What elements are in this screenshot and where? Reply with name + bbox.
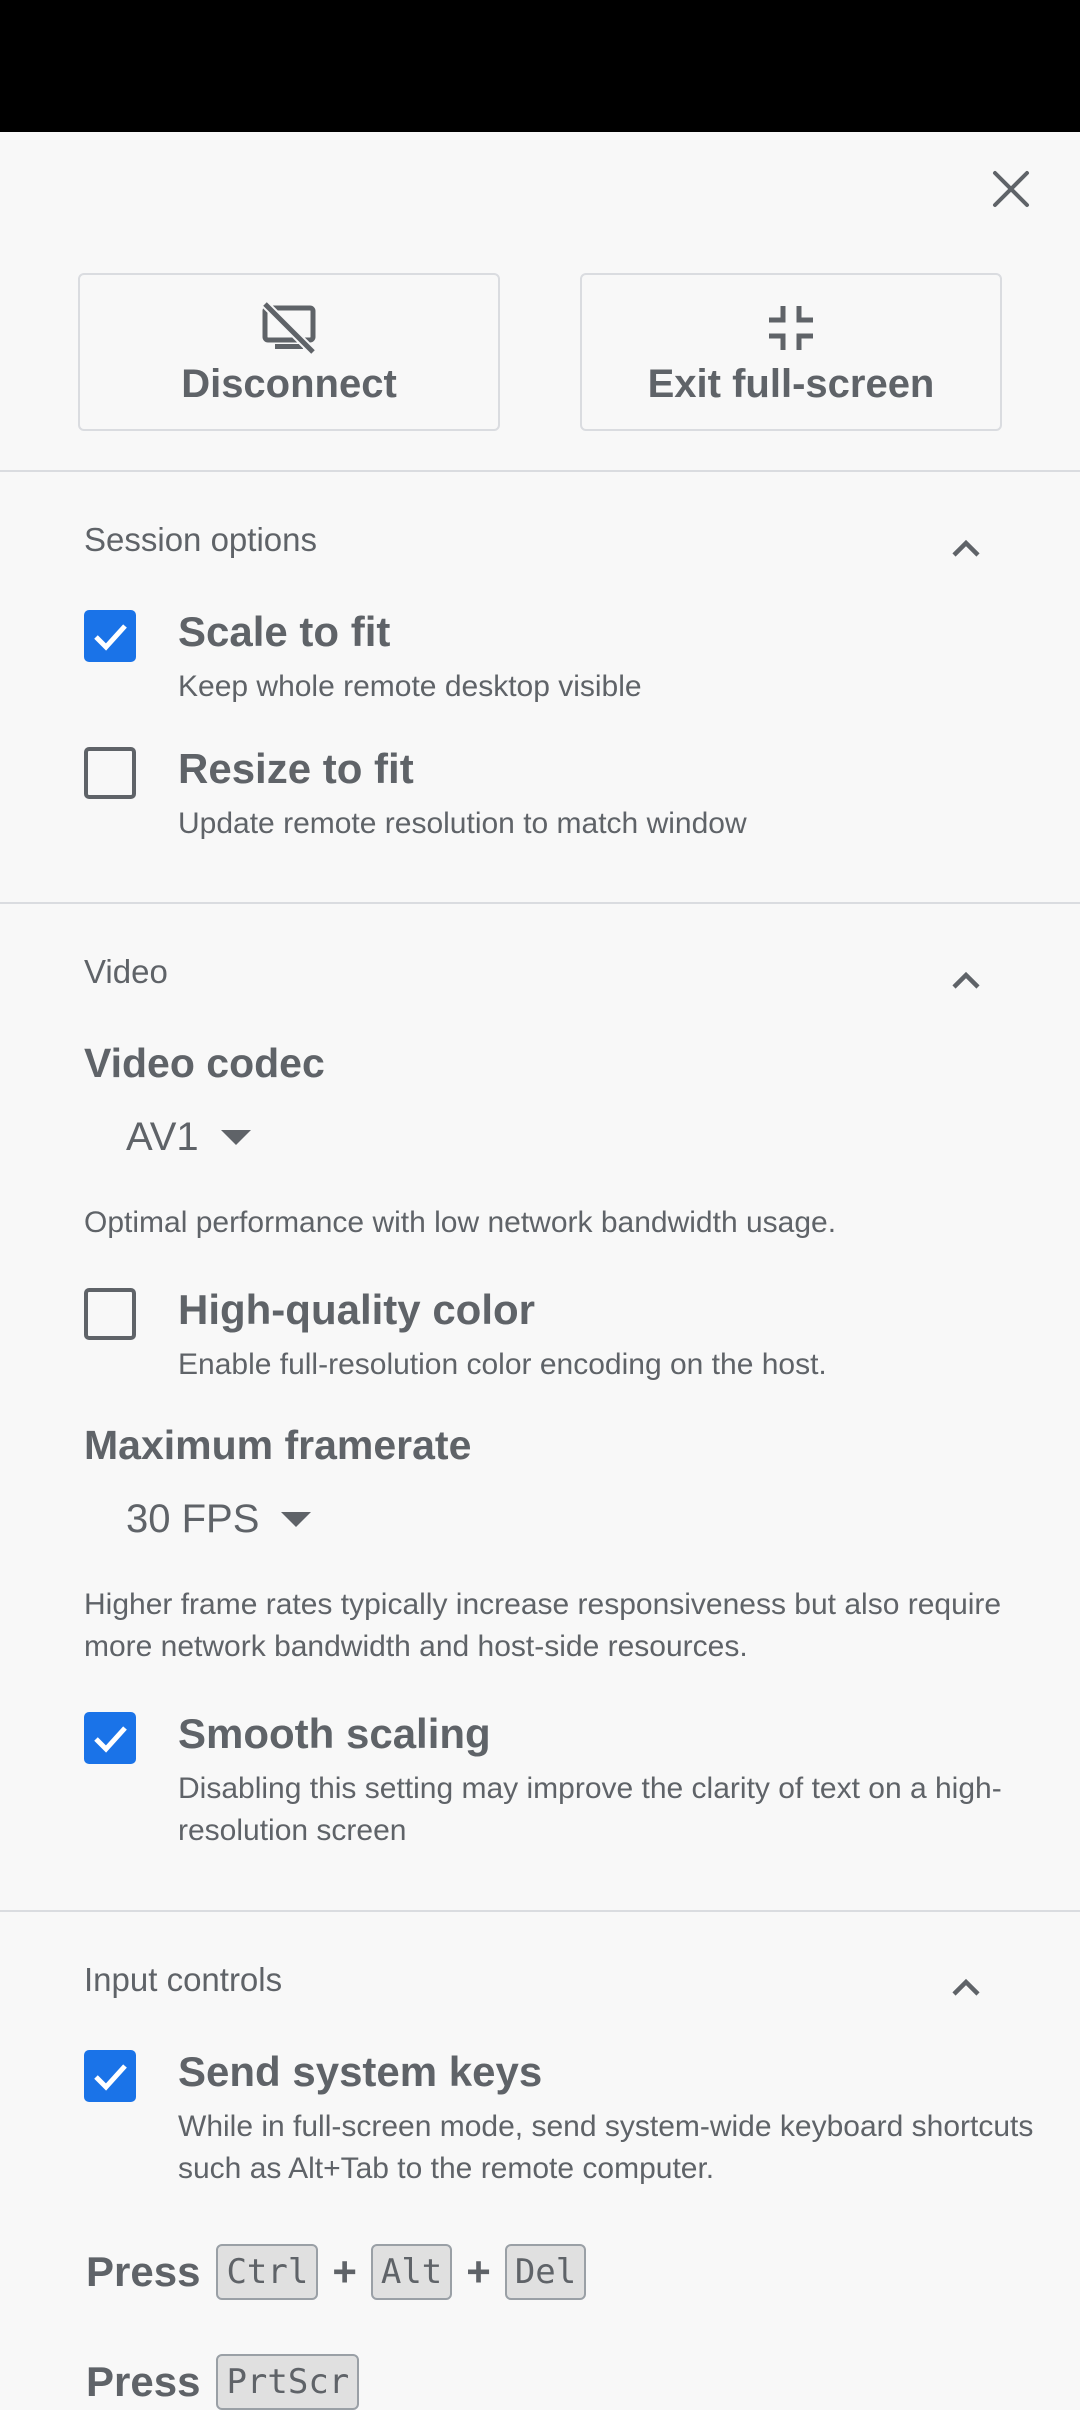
key-prtscr: PrtScr	[216, 2354, 360, 2410]
key-ctrl: Ctrl	[216, 2244, 319, 2300]
exit-fullscreen-label: Exit full-screen	[647, 361, 935, 406]
option-label: High-quality color	[178, 1286, 535, 1333]
option-description: Update remote resolution to match window	[178, 807, 747, 840]
close-icon	[993, 171, 1029, 207]
divider	[0, 902, 1080, 904]
disconnect-monitor-icon	[261, 300, 317, 355]
option-description: While in full-screen mode, send system-w…	[178, 2110, 1034, 2185]
option-label: Resize to fit	[178, 745, 414, 792]
checkmark-icon	[94, 2064, 127, 2091]
disconnect-button[interactable]: Disconnect	[78, 273, 500, 431]
key-alt: Alt	[370, 2244, 453, 2300]
exit-fullscreen-icon	[769, 305, 813, 350]
checkmark-icon	[94, 1726, 127, 1753]
option-description: Enable full-resolution color encoding on…	[178, 1348, 827, 1381]
option-label: Smooth scaling	[178, 1710, 491, 1757]
video-codec-value: AV1	[126, 1115, 199, 1159]
chevron-up-icon[interactable]	[946, 528, 986, 568]
video-codec-heading: Video codec	[84, 1040, 325, 1086]
checkmark-icon	[94, 624, 127, 651]
smooth-scaling-checkbox[interactable]	[84, 1712, 136, 1764]
plus-sign: +	[332, 2248, 357, 2295]
press-label: Press	[86, 2358, 201, 2405]
section-title-video: Video	[84, 953, 168, 990]
max-framerate-value: 30 FPS	[126, 1497, 260, 1541]
video-codec-select[interactable]: AV1	[126, 1115, 251, 1160]
max-framerate-description: Higher frame rates typically increase re…	[84, 1588, 1002, 1663]
max-framerate-heading: Maximum framerate	[84, 1422, 472, 1468]
key-del: Del	[504, 2244, 587, 2300]
resize-to-fit-checkbox[interactable]	[84, 747, 136, 799]
option-label: Scale to fit	[178, 608, 391, 655]
disconnect-label: Disconnect	[181, 361, 397, 406]
option-description: Keep whole remote desktop visible	[178, 670, 642, 703]
max-framerate-select[interactable]: 30 FPS	[126, 1497, 312, 1542]
option-label: Send system keys	[178, 2048, 543, 2095]
exit-fullscreen-button[interactable]: Exit full-screen	[580, 273, 1002, 431]
send-system-keys-checkbox[interactable]	[84, 2050, 136, 2102]
chevron-up-icon[interactable]	[946, 960, 986, 1000]
plus-sign: +	[466, 2248, 491, 2295]
status-bar	[0, 0, 1080, 132]
scale-to-fit-checkbox[interactable]	[84, 610, 136, 662]
divider	[0, 1910, 1080, 1912]
close-button[interactable]	[982, 160, 1040, 218]
high-quality-color-checkbox[interactable]	[84, 1288, 136, 1340]
press-label: Press	[86, 2248, 201, 2295]
dropdown-caret-icon	[281, 1512, 312, 1527]
press-ctrl-alt-del-button[interactable]: Press Ctrl + Alt + Del	[86, 2244, 590, 2300]
option-description: Disabling this setting may improve the c…	[178, 1772, 1002, 1847]
dropdown-caret-icon	[220, 1130, 251, 1145]
video-codec-description: Optimal performance with low network ban…	[84, 1206, 837, 1239]
divider	[0, 470, 1080, 472]
section-title-session: Session options	[84, 521, 317, 558]
chevron-up-icon[interactable]	[946, 1967, 986, 2007]
section-title-input: Input controls	[84, 1961, 283, 1998]
press-prtscr-button[interactable]: Press PrtScr	[86, 2354, 363, 2410]
